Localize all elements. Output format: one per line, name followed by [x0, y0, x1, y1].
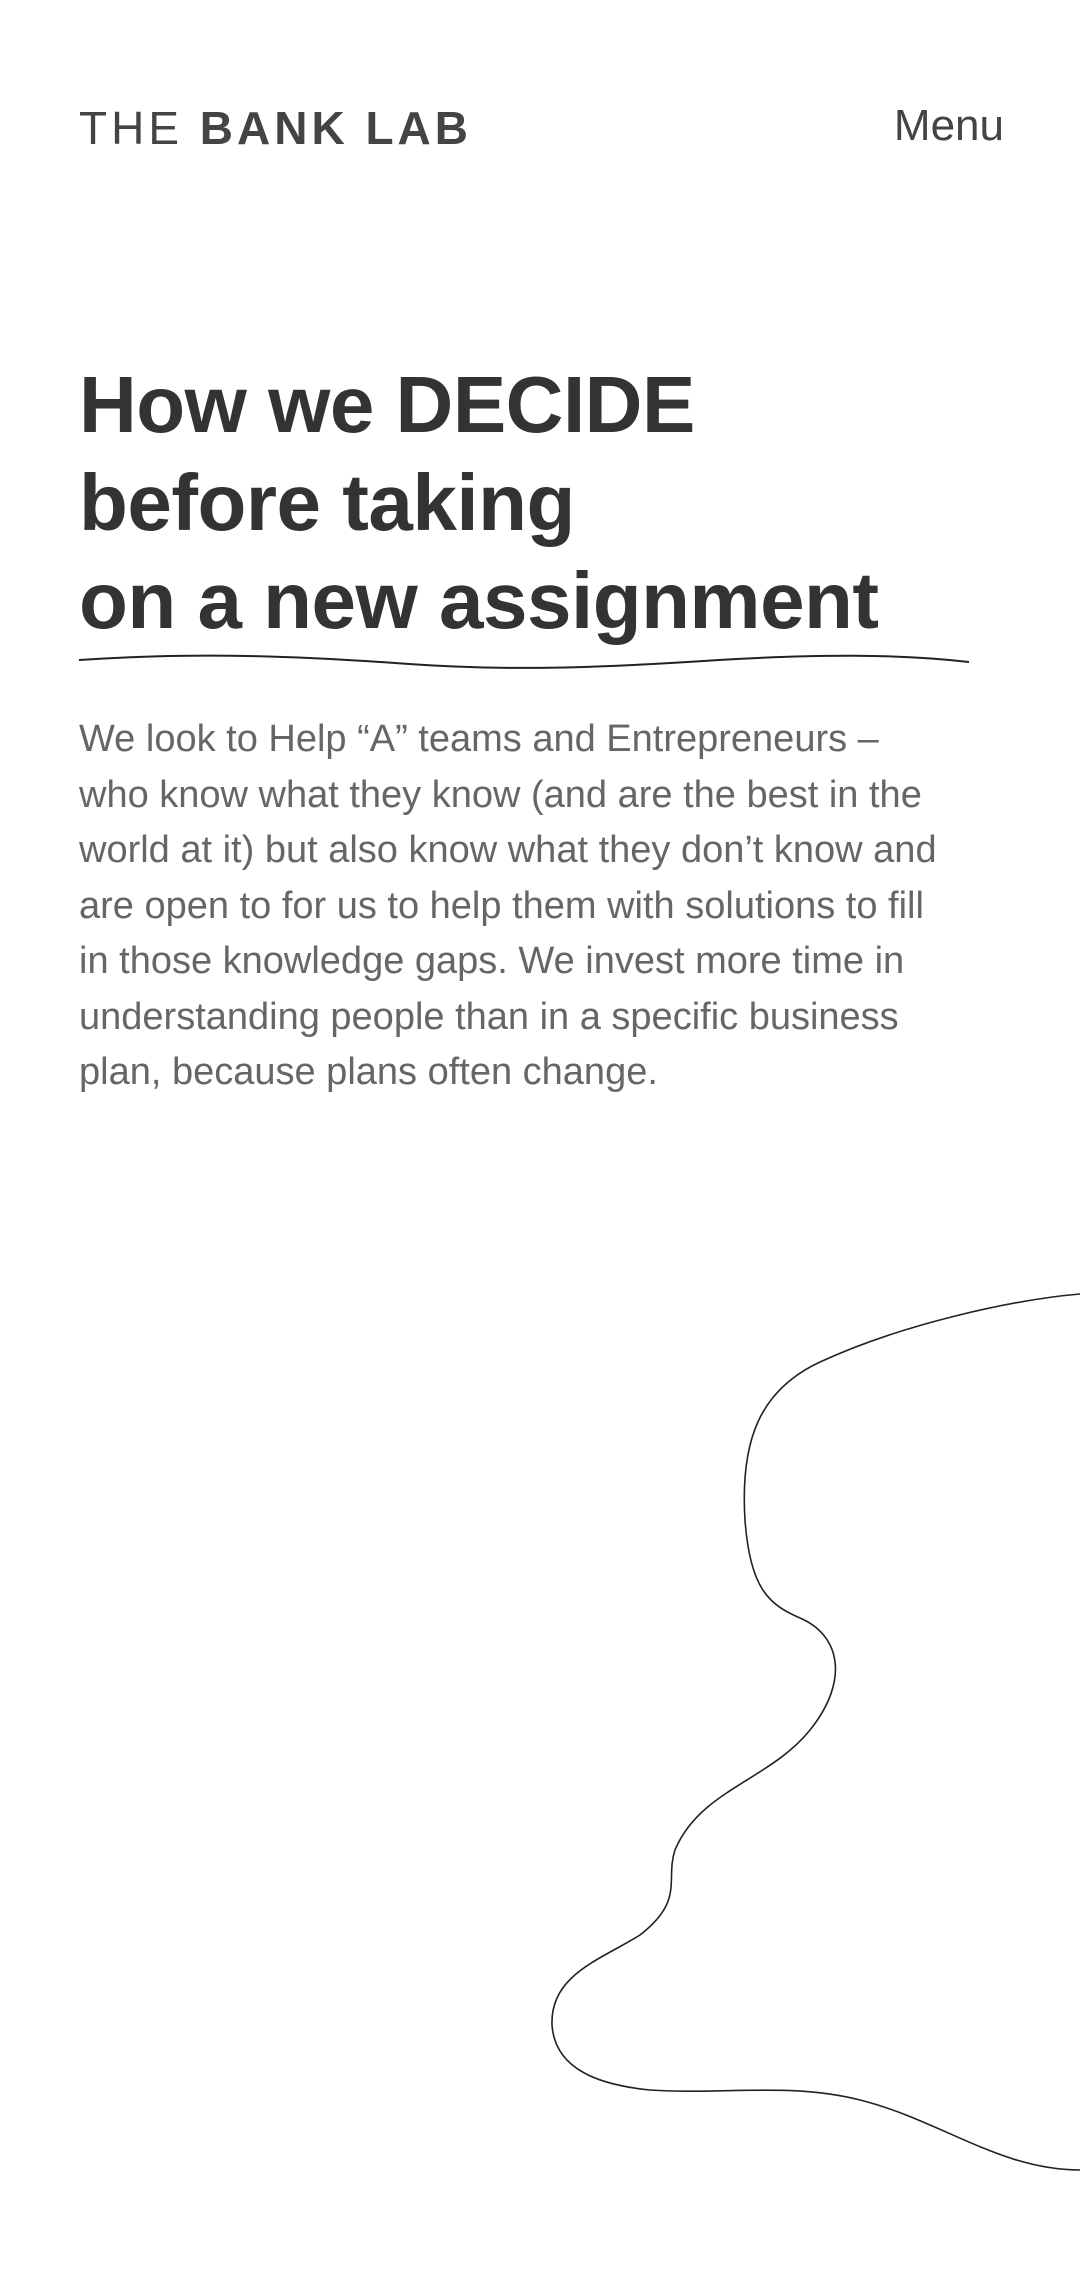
site-logo[interactable]: THE BANK LAB — [79, 100, 472, 156]
page-title-line-1: How we DECIDE — [79, 360, 695, 449]
title-underline-decoration — [79, 654, 970, 669]
page-title: How we DECIDE before taking on a new ass… — [79, 356, 1019, 650]
intro-paragraph: We look to Help “A” teams and Entreprene… — [79, 718, 937, 1093]
site-header: THE BANK LAB Menu — [0, 0, 1080, 260]
page-title-line-2: before taking — [79, 458, 575, 547]
page-title-line-3: on a new assignment — [79, 556, 879, 645]
logo-light-text: THE — [79, 102, 183, 154]
hero-section: How we DECIDE before taking on a new ass… — [79, 356, 1019, 650]
decorative-blob-outline — [551, 1293, 1080, 2171]
menu-button[interactable]: Menu — [894, 98, 1004, 154]
logo-bold-text: BANK LAB — [199, 102, 472, 154]
